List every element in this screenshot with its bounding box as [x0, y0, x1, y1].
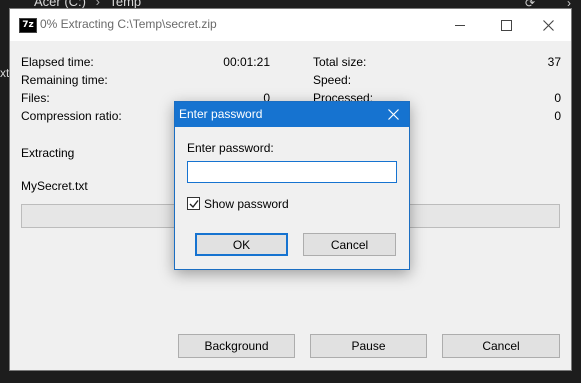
background-button[interactable]: Background: [178, 334, 295, 358]
window-title: 0% Extracting C:\Temp\secret.zip: [40, 17, 217, 31]
close-icon: [542, 19, 554, 31]
packed-size-value: 0: [554, 109, 561, 123]
elapsed-time-value: 00:01:21: [223, 55, 270, 69]
total-size-value: 37: [547, 55, 561, 69]
dialog-close-button[interactable]: [377, 102, 409, 127]
maximize-button[interactable]: [483, 9, 529, 41]
7zip-app-icon: 7z: [19, 18, 37, 33]
pause-button[interactable]: Pause: [310, 334, 427, 358]
dialog-title-bar[interactable]: Enter password: [175, 102, 409, 127]
files-label: Files:: [21, 91, 50, 105]
checkmark-icon: [189, 199, 199, 208]
ok-button[interactable]: OK: [195, 233, 288, 256]
remaining-time-label: Remaining time:: [21, 73, 108, 87]
maximize-icon: [500, 19, 512, 31]
show-password-label[interactable]: Show password: [204, 197, 289, 211]
minimize-button[interactable]: [437, 9, 483, 41]
password-input[interactable]: [187, 161, 397, 183]
processed-value: 0: [554, 91, 561, 105]
cancel-extract-button[interactable]: Cancel: [442, 334, 560, 358]
dialog-cancel-button[interactable]: Cancel: [303, 233, 396, 256]
total-size-label: Total size:: [313, 55, 367, 69]
minimize-icon: [455, 24, 465, 26]
elapsed-time-label: Elapsed time:: [21, 55, 94, 69]
speed-label: Speed:: [313, 73, 352, 87]
background-text-fragment: xt: [0, 66, 10, 80]
dialog-title: Enter password: [179, 107, 263, 121]
title-bar[interactable]: 7z 0% Extracting C:\Temp\secret.zip: [10, 9, 571, 41]
close-icon: [387, 109, 399, 120]
screen: Acer (C:) › Temp xt ⟳ › 7z 0% Extracting…: [0, 0, 581, 383]
show-password-checkbox[interactable]: [187, 197, 200, 210]
status-text: Extracting: [21, 146, 75, 160]
current-file-name: MySecret.txt: [21, 179, 88, 193]
compression-ratio-label: Compression ratio:: [21, 109, 122, 123]
password-dialog: Enter password Enter password: Show pass…: [174, 101, 410, 270]
close-button[interactable]: [525, 9, 571, 41]
password-prompt-label: Enter password:: [187, 141, 274, 155]
